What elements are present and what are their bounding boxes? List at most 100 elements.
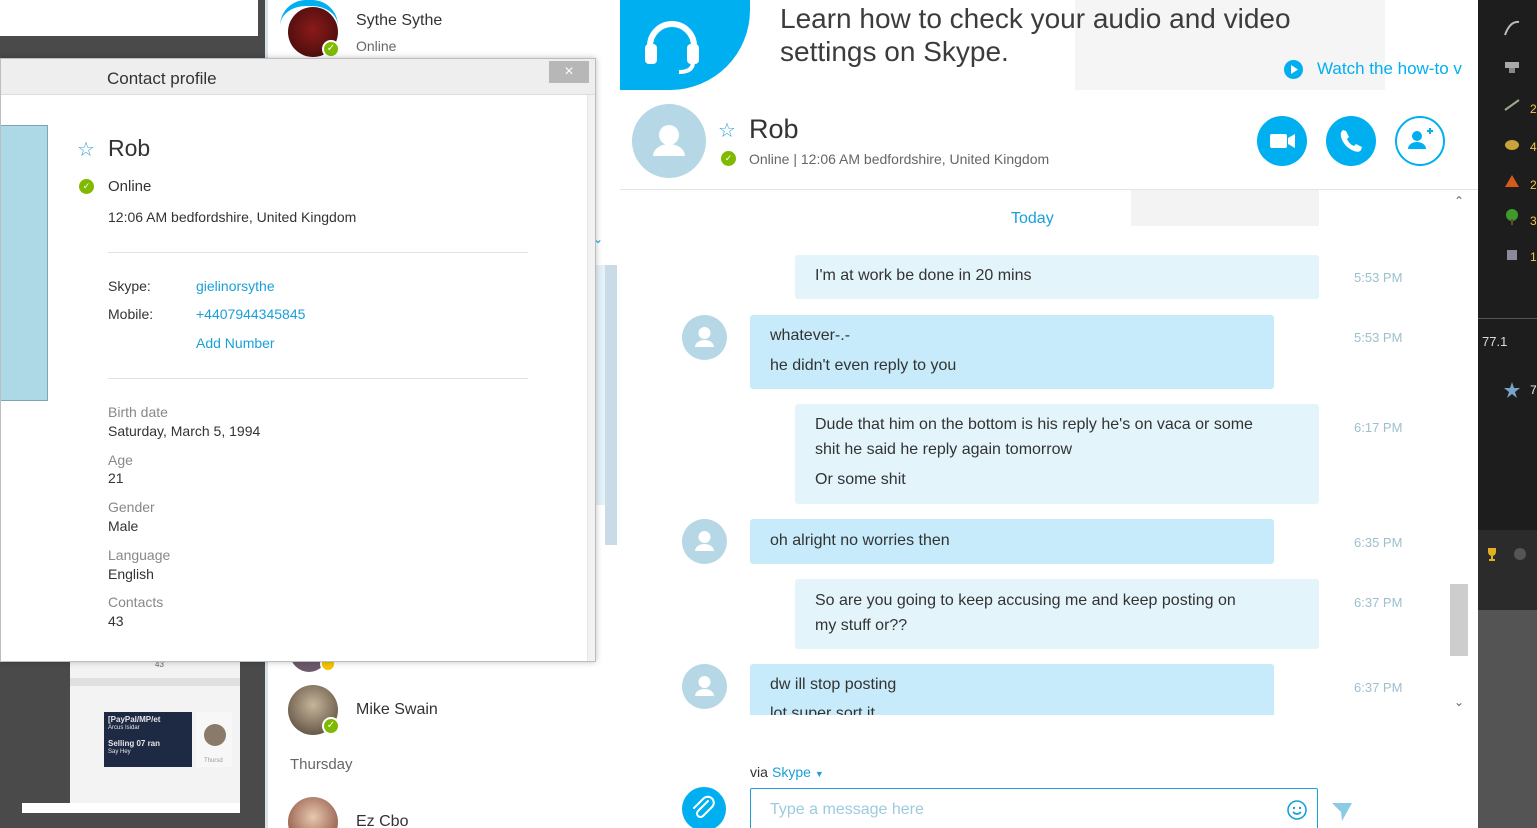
favorite-star-icon[interactable]: ☆ xyxy=(718,118,736,143)
online-status-icon: ✓ xyxy=(79,179,94,194)
headset-icon xyxy=(620,0,750,90)
online-presence-icon: ✓ xyxy=(322,717,340,735)
scroll-down-icon[interactable]: ⌄ xyxy=(1454,695,1464,709)
audio-call-button[interactable] xyxy=(1326,116,1376,166)
close-button[interactable]: × xyxy=(549,61,589,83)
game-toolbar xyxy=(1478,530,1537,610)
message-time: 6:17 PM xyxy=(1354,420,1403,435)
mobile-label: Mobile: xyxy=(108,306,154,322)
video-camera-icon xyxy=(1270,134,1295,148)
add-person-icon xyxy=(1408,128,1433,149)
message-time: 6:37 PM xyxy=(1354,680,1403,695)
birth-date-value: Saturday, March 5, 1994 xyxy=(108,423,261,439)
skype-id-link[interactable]: gielinorsythe xyxy=(196,278,275,294)
scroll-up-icon[interactable]: ⌃ xyxy=(1454,194,1464,208)
contact-item-sythe[interactable]: ✓ Sythe Sythe Online xyxy=(280,0,608,64)
contact-avatar[interactable] xyxy=(632,104,706,178)
contact-item-mike-swain[interactable]: ✓ Mike Swain xyxy=(288,683,608,743)
profile-name: Rob xyxy=(108,135,151,161)
contacts-scrollbar[interactable] xyxy=(605,265,617,545)
watch-howto-link[interactable]: Watch the how-to v xyxy=(1317,59,1462,79)
send-arrow-icon xyxy=(1332,803,1352,821)
contact-name: Mike Swain xyxy=(356,701,438,718)
message-bubble[interactable]: I'm at work be done in 20 mins xyxy=(795,255,1319,299)
contact-name: Sythe Sythe xyxy=(356,12,443,29)
background-window-strip xyxy=(0,0,258,36)
thumbnail-image: [PayPal/MP/et Arcus Isidar Selling 07 ra… xyxy=(104,712,192,767)
divider xyxy=(108,378,528,379)
contacts-value: 43 xyxy=(108,613,124,629)
phone-icon xyxy=(1340,130,1362,152)
profile-photo xyxy=(1,125,48,401)
play-icon[interactable] xyxy=(1284,60,1303,79)
scythe-icon xyxy=(1504,20,1520,36)
smiley-icon xyxy=(1287,800,1307,820)
sender-avatar xyxy=(682,664,727,709)
profile-titlebar[interactable]: Contact profile × xyxy=(1,59,595,95)
thumbnail-avatar xyxy=(204,724,226,746)
pot-icon xyxy=(1505,140,1519,150)
add-number-link[interactable]: Add Number xyxy=(196,335,275,351)
message-bubble[interactable]: Dude that him on the bottom is his reply… xyxy=(795,404,1319,504)
language-value: English xyxy=(108,566,154,582)
profile-body: ☆ Rob ✓ Online 12:06 AM bedfordshire, Un… xyxy=(1,95,595,661)
video-call-button[interactable] xyxy=(1257,116,1307,166)
banner-text: Learn how to check your audio and video … xyxy=(780,3,1291,67)
online-status-icon: ✓ xyxy=(721,151,736,166)
compose-area: via Skype ▼ xyxy=(620,715,1478,828)
send-button[interactable] xyxy=(1330,799,1354,823)
caret-down-icon: ▼ xyxy=(814,769,824,779)
trophy-icon xyxy=(1488,548,1496,561)
game-panel-bottom xyxy=(1478,610,1537,828)
message-bubble[interactable]: whatever-.- he didn't even reply to you xyxy=(750,315,1274,389)
anvil-icon xyxy=(1505,62,1519,73)
star-icon xyxy=(1504,382,1520,398)
online-presence-icon: ✓ xyxy=(322,40,340,58)
game-value-text: 77.1 xyxy=(1482,334,1508,349)
contact-item-ez-cbo[interactable]: Ez Cbo xyxy=(288,795,608,828)
window-title: Contact profile xyxy=(107,69,217,88)
gender-label: Gender xyxy=(108,499,155,515)
emoji-button[interactable] xyxy=(1286,799,1308,821)
profile-status: Online xyxy=(108,178,152,195)
skype-label: Skype: xyxy=(108,278,151,294)
watering-can-icon xyxy=(1507,250,1517,260)
message-time: 5:53 PM xyxy=(1354,330,1403,345)
tree-icon xyxy=(1506,209,1518,225)
avatar xyxy=(288,797,338,828)
message-time: 6:35 PM xyxy=(1354,535,1403,550)
age-value: 21 xyxy=(108,470,124,486)
via-service-dropdown[interactable]: Skype ▼ xyxy=(772,764,824,780)
profile-scrollbar[interactable] xyxy=(587,95,595,661)
chat-header: ☆ Rob ✓ Online | 12:06 AM bedfordshire, … xyxy=(620,90,1478,190)
contact-profile-window: Contact profile × ☆ Rob ✓ Online 12:06 A… xyxy=(0,58,596,662)
conversation-view: Today I'm at work be done in 20 mins 5:5… xyxy=(620,190,1470,715)
birth-date-label: Birth date xyxy=(108,404,168,420)
contacts-label: Contacts xyxy=(108,594,164,610)
chat-contact-status: Online | 12:06 AM bedfordshire, United K… xyxy=(749,151,1050,167)
settings-icon xyxy=(1514,548,1526,560)
sender-avatar xyxy=(682,519,727,564)
message-bubble[interactable]: dw ill stop posting lot super sort it xyxy=(750,664,1274,715)
scrollbar-thumb[interactable] xyxy=(1450,584,1468,656)
via-label: via xyxy=(750,764,768,780)
language-label: Language xyxy=(108,547,171,563)
profile-local-time: 12:06 AM bedfordshire, United Kingdom xyxy=(108,209,357,225)
favorite-star-icon[interactable]: ☆ xyxy=(77,137,95,162)
add-participant-button[interactable] xyxy=(1395,116,1445,166)
sender-avatar xyxy=(682,315,727,360)
attach-button[interactable] xyxy=(682,787,726,828)
message-bubble[interactable]: oh alright no worries then xyxy=(750,519,1274,564)
message-input[interactable] xyxy=(750,788,1318,828)
message-time: 6:37 PM xyxy=(1354,595,1403,610)
mobile-number-link[interactable]: +4407944345845 xyxy=(196,306,305,322)
message-bubble[interactable]: So are you going to keep accusing me and… xyxy=(795,579,1319,649)
contact-status: Online xyxy=(356,38,397,54)
paperclip-icon xyxy=(693,795,715,819)
gender-value: Male xyxy=(108,518,139,534)
background-strip xyxy=(22,803,240,813)
fire-icon xyxy=(1505,175,1519,187)
message-time: 5:53 PM xyxy=(1354,270,1403,285)
age-label: Age xyxy=(108,452,133,468)
promo-banner: Learn how to check your audio and video … xyxy=(620,0,1478,90)
